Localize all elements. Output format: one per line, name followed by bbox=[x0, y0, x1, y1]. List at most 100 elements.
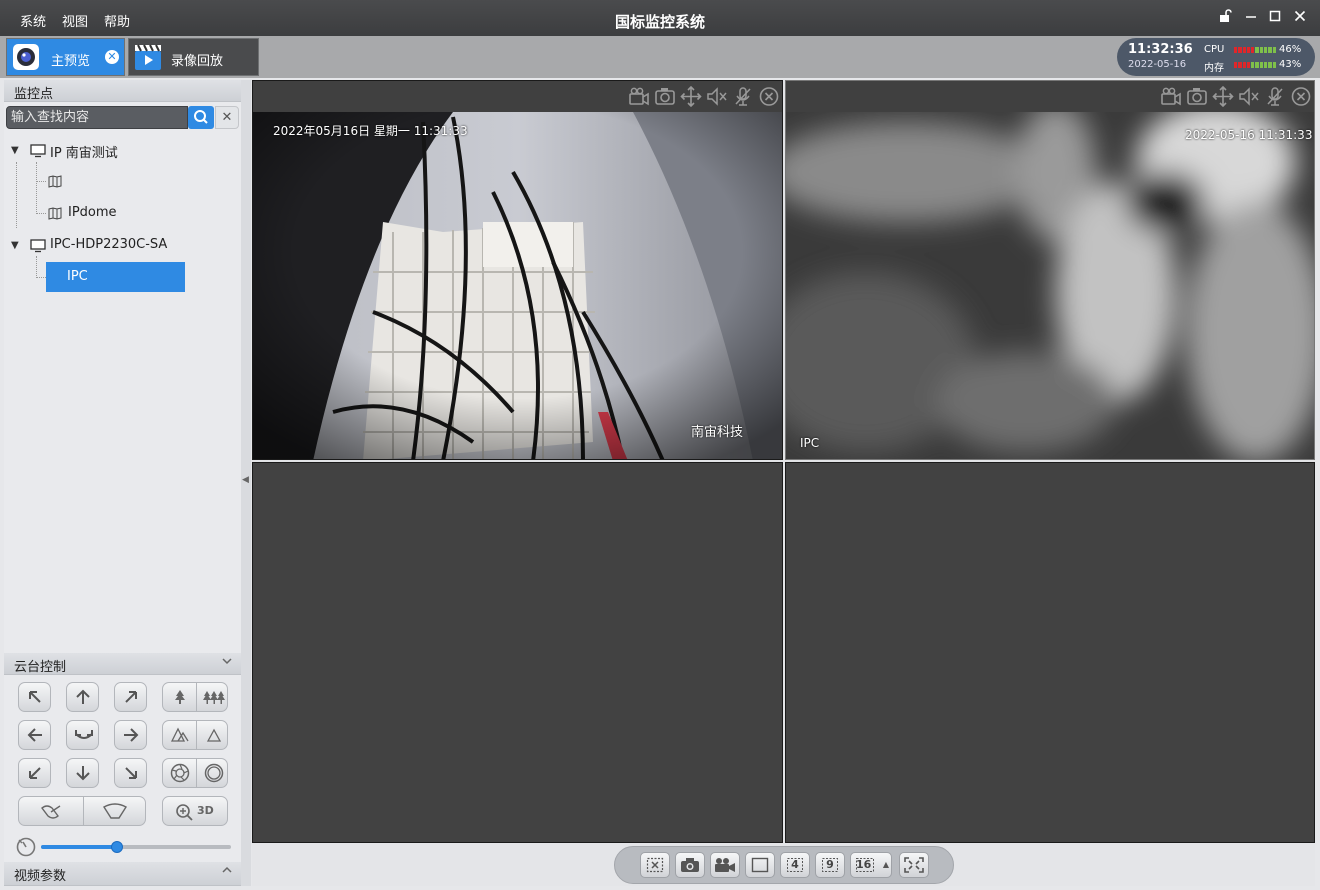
tree-node-ip-test[interactable]: ▼ IP 南宙测试 bbox=[10, 140, 230, 162]
chevron-up-icon[interactable] bbox=[221, 864, 233, 879]
ptz-right-button[interactable] bbox=[114, 720, 147, 750]
maximize-button[interactable] bbox=[1266, 9, 1284, 27]
ptz-focus-pair bbox=[162, 682, 228, 712]
monitor-icon bbox=[30, 239, 46, 253]
tree-node-ipc-selected[interactable]: IPC bbox=[46, 262, 185, 292]
collapse-left-icon[interactable]: ◀ bbox=[242, 475, 249, 485]
layout-16-label: 16 bbox=[856, 858, 872, 871]
bottom-toolbar: 4 9 16 ▲ bbox=[252, 843, 1315, 886]
close-pane-icon[interactable] bbox=[758, 86, 780, 107]
expand-arrow-icon[interactable]: ▼ bbox=[11, 240, 19, 251]
layout-4-button[interactable]: 4 bbox=[780, 852, 810, 878]
layout-more-caret-icon[interactable]: ▲ bbox=[883, 853, 889, 877]
menu-help[interactable]: 帮助 bbox=[104, 11, 130, 30]
tree-guide-line bbox=[36, 277, 46, 278]
tab-main-preview[interactable]: 主预览 ✕ bbox=[6, 38, 125, 76]
search-input[interactable] bbox=[6, 106, 188, 129]
mute-icon[interactable] bbox=[1238, 86, 1260, 107]
fullscreen-button[interactable] bbox=[899, 852, 929, 878]
arrow-right-icon bbox=[124, 728, 139, 742]
ptz-control-header[interactable]: 云台控制 bbox=[4, 653, 241, 675]
minimize-button[interactable] bbox=[1242, 9, 1260, 27]
monitor-icon bbox=[30, 144, 46, 158]
auto-rotate-icon bbox=[75, 730, 93, 739]
zoom-out-button[interactable] bbox=[196, 721, 229, 749]
snapshot-all-button[interactable] bbox=[675, 852, 705, 878]
layout-9-label: 9 bbox=[826, 858, 834, 871]
mute-icon[interactable] bbox=[706, 86, 728, 107]
memory-value: 43% bbox=[1279, 59, 1302, 70]
ptz-speed-slider[interactable] bbox=[41, 841, 231, 853]
ptz-left-button[interactable] bbox=[18, 720, 51, 750]
clock-time: 11:32:36 bbox=[1128, 42, 1193, 57]
ptz-down-button[interactable] bbox=[66, 758, 99, 788]
mountain-small-icon bbox=[206, 728, 222, 742]
snapshot-icon[interactable] bbox=[1186, 86, 1208, 107]
tree-node-ipdome[interactable]: IPdome bbox=[46, 203, 196, 225]
video-pane-4[interactable] bbox=[785, 462, 1315, 843]
microphone-icon[interactable] bbox=[732, 86, 754, 107]
ptz-speed-thumb[interactable] bbox=[111, 841, 123, 853]
record-icon[interactable] bbox=[1160, 86, 1182, 107]
layout-1-button[interactable] bbox=[745, 852, 775, 878]
ptz-move-icon[interactable] bbox=[680, 85, 702, 108]
record-all-button[interactable] bbox=[710, 852, 740, 878]
ptz-up-left-button[interactable] bbox=[18, 682, 51, 712]
video-pane-3[interactable] bbox=[252, 462, 783, 843]
tree-node-channel[interactable] bbox=[46, 171, 196, 193]
tree-node-label: IP 南宙测试 bbox=[50, 146, 118, 161]
menu-view[interactable]: 视图 bbox=[62, 11, 88, 30]
pane-toolbar bbox=[786, 81, 1314, 112]
record-icon[interactable] bbox=[628, 86, 650, 107]
layout-9-button[interactable]: 9 bbox=[815, 852, 845, 878]
map-icon bbox=[48, 207, 62, 220]
cpu-value: 46% bbox=[1279, 44, 1302, 55]
zoom-3d-icon bbox=[176, 804, 193, 821]
expand-arrow-icon[interactable]: ▼ bbox=[11, 145, 19, 156]
microphone-icon[interactable] bbox=[1264, 86, 1286, 107]
close-button[interactable] bbox=[1291, 9, 1309, 27]
memory-meter-segment bbox=[1242, 62, 1246, 68]
ptz-move-icon[interactable] bbox=[1212, 85, 1234, 108]
video-params-title: 视频参数 bbox=[14, 869, 67, 884]
tab-close-icon[interactable]: ✕ bbox=[105, 50, 119, 64]
search-button[interactable] bbox=[188, 106, 214, 129]
ptz-auto-scan-button[interactable] bbox=[66, 720, 99, 750]
tree-guide-line bbox=[36, 181, 46, 182]
app-title: 国标监控系统 bbox=[614, 13, 705, 31]
tab-playback[interactable]: 录像回放 bbox=[128, 38, 259, 76]
chevron-down-icon[interactable] bbox=[221, 655, 233, 670]
ptz-3d-button[interactable]: 3D bbox=[162, 796, 228, 826]
video-pane-2[interactable]: 2022-05-16 11:31:33 IPC bbox=[785, 80, 1315, 460]
memory-meter-segment bbox=[1255, 62, 1259, 68]
video-params-header[interactable]: 视频参数 bbox=[4, 862, 241, 886]
tree-guide-line bbox=[36, 162, 37, 214]
iris-close-button[interactable] bbox=[196, 759, 229, 787]
cpu-label: CPU bbox=[1204, 44, 1225, 55]
snapshot-icon[interactable] bbox=[654, 86, 676, 107]
lock-icon[interactable] bbox=[1216, 9, 1234, 27]
ptz-up-right-button[interactable] bbox=[114, 682, 147, 712]
video-pane-1[interactable]: 2022年05月16日 星期一 11:31:33 南宙科技 bbox=[252, 80, 783, 460]
close-pane-icon[interactable] bbox=[1290, 86, 1312, 107]
zoom-in-button[interactable] bbox=[163, 721, 196, 749]
ptz-down-right-button[interactable] bbox=[114, 758, 147, 788]
light-button[interactable] bbox=[19, 797, 83, 825]
iris-open-button[interactable] bbox=[163, 759, 196, 787]
cpu-meter-segment bbox=[1272, 47, 1276, 53]
focus-far-button[interactable] bbox=[196, 683, 229, 711]
ptz-down-left-button[interactable] bbox=[18, 758, 51, 788]
tree-node-ipc-hdp[interactable]: ▼ IPC-HDP2230C-SA bbox=[10, 235, 230, 257]
tab-playback-label: 录像回放 bbox=[171, 54, 224, 69]
osd-camera-name: IPC bbox=[800, 436, 820, 450]
layout-16-button[interactable]: 16 ▲ bbox=[850, 852, 892, 878]
ptz-light-wiper-group bbox=[18, 796, 146, 826]
close-all-button[interactable] bbox=[640, 852, 670, 878]
focus-near-button[interactable] bbox=[163, 683, 196, 711]
menu-system[interactable]: 系统 bbox=[20, 11, 46, 30]
ptz-up-button[interactable] bbox=[66, 682, 99, 712]
map-icon bbox=[48, 175, 62, 188]
sidebar-collapse-handle[interactable]: ◀ bbox=[241, 80, 251, 886]
clear-search-button[interactable]: ✕ bbox=[215, 106, 239, 129]
wiper-button[interactable] bbox=[83, 797, 146, 825]
